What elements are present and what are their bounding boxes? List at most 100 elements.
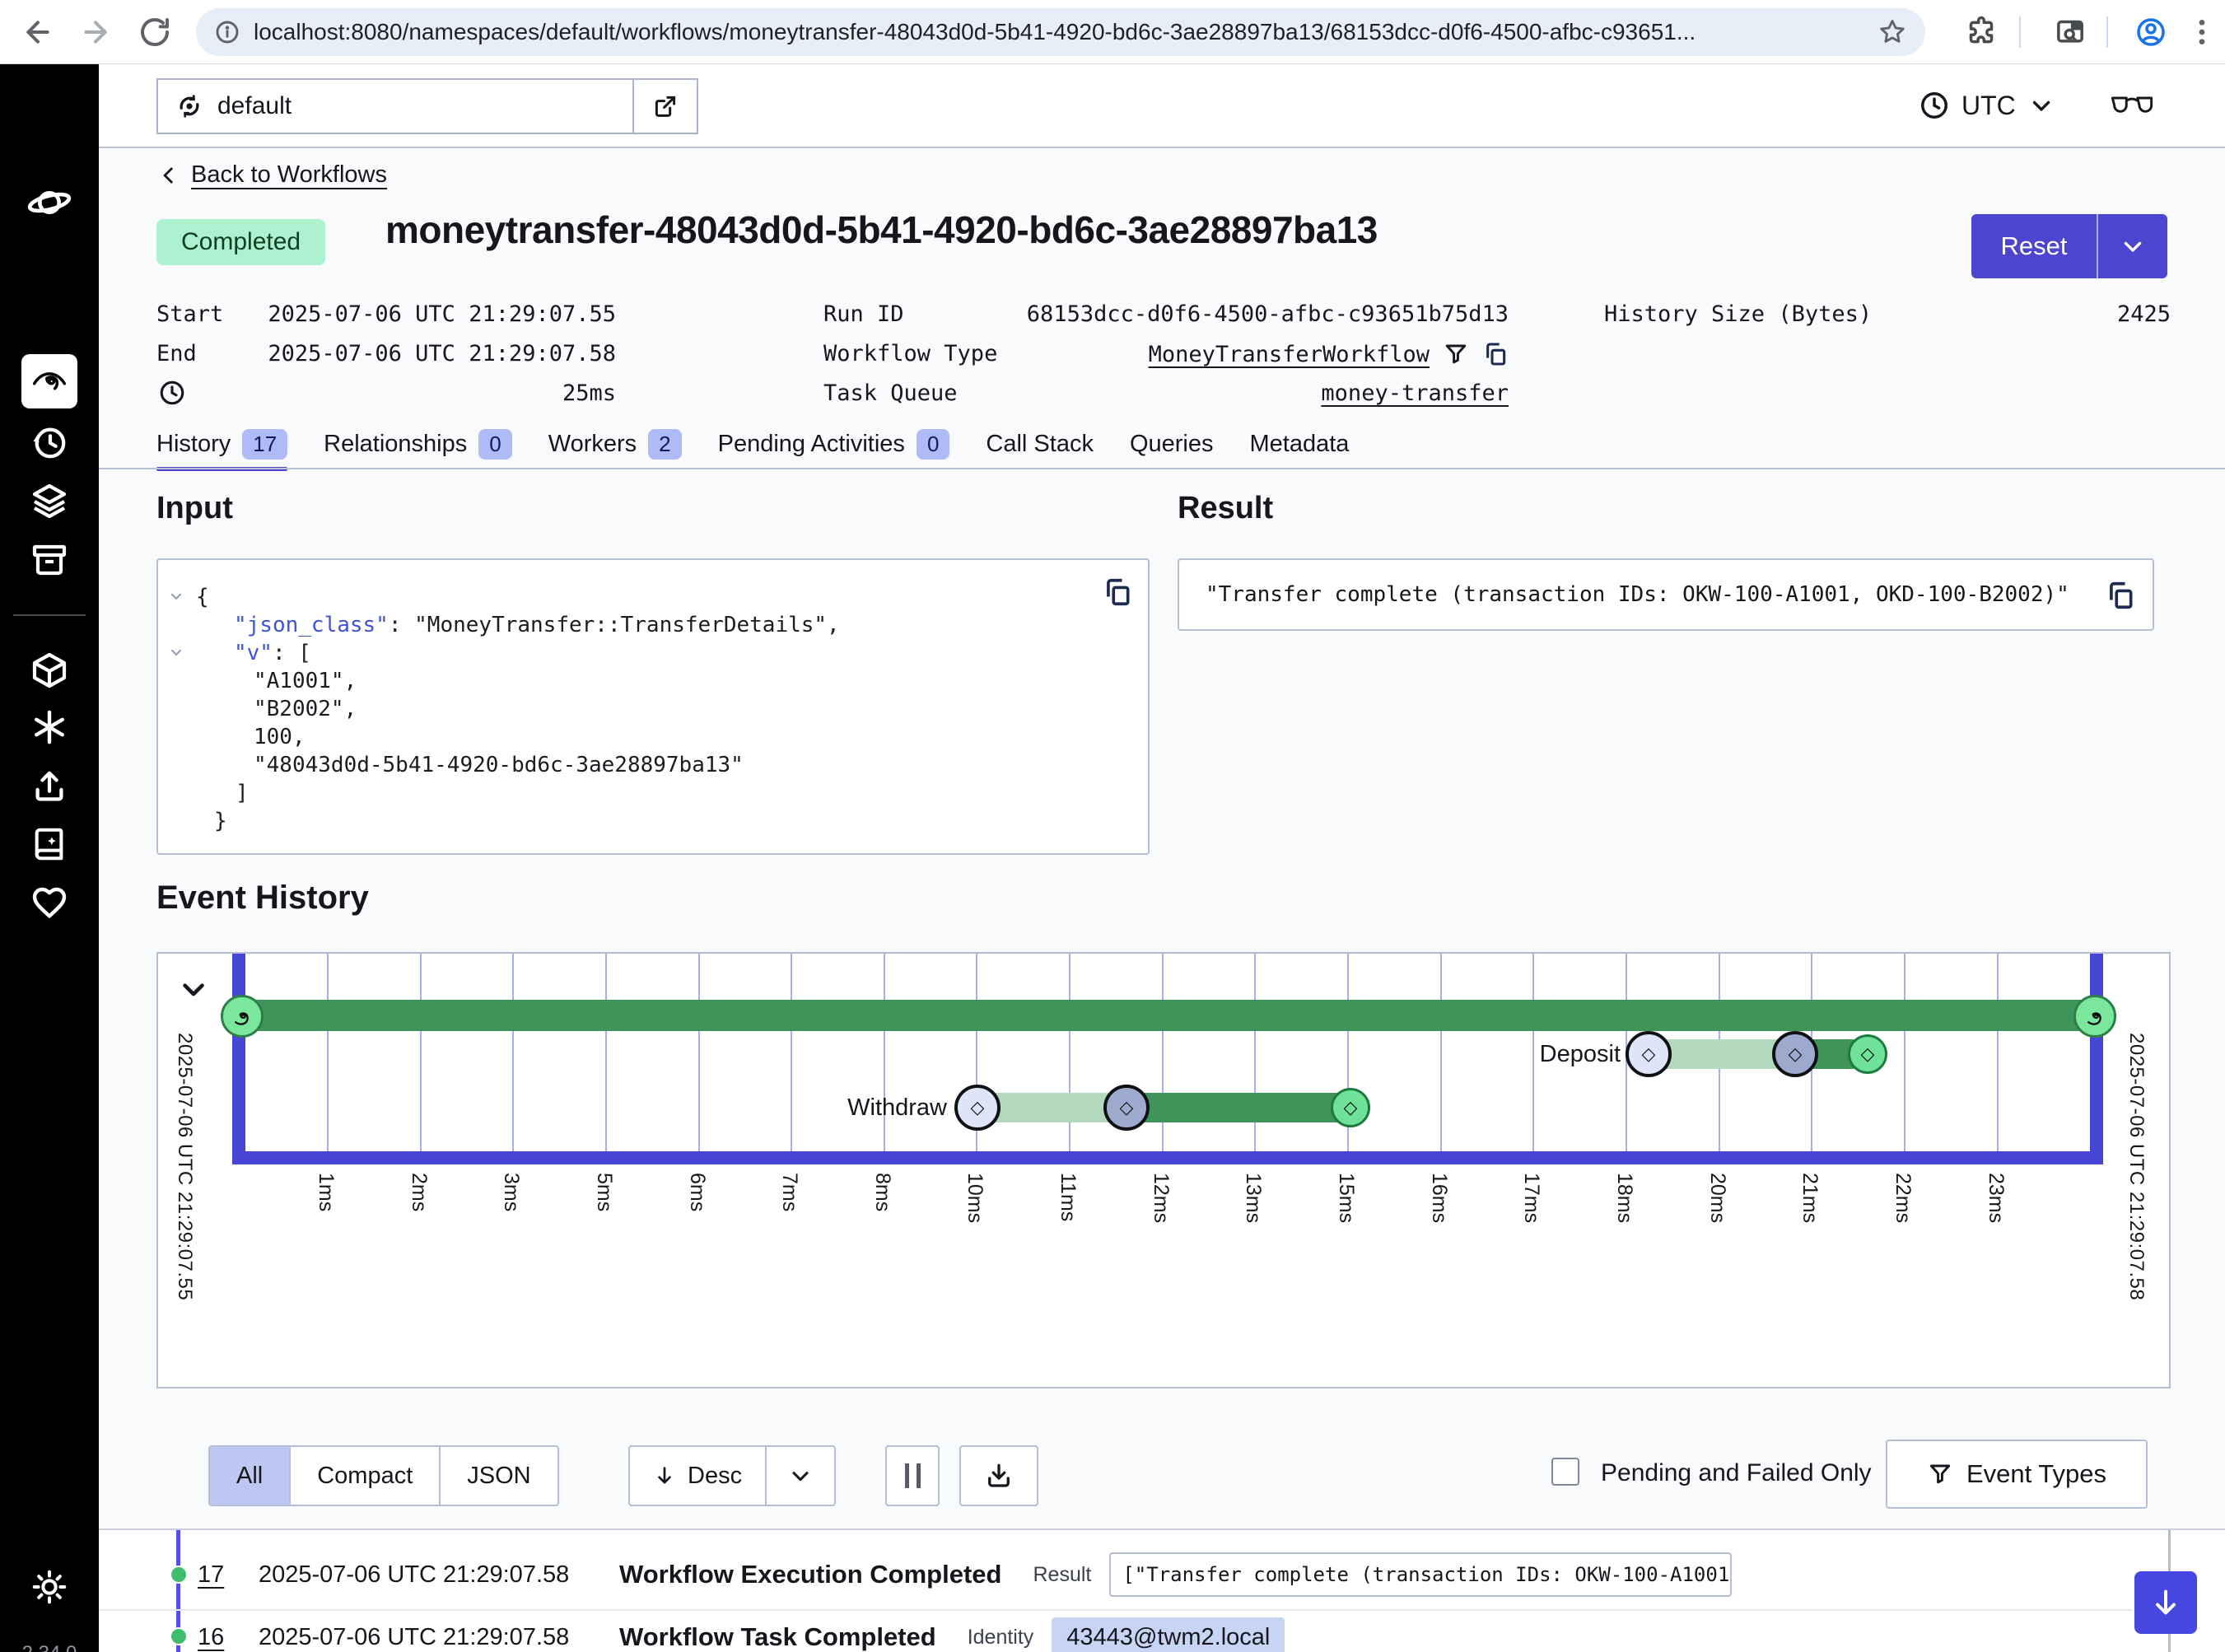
gridline xyxy=(327,954,329,1153)
copy-icon[interactable] xyxy=(1102,576,1133,608)
pause-autorefresh-button[interactable] xyxy=(885,1445,940,1506)
pending-failed-checkbox[interactable] xyxy=(1551,1458,1579,1486)
url-text[interactable]: localhost:8080/namespaces/default/workfl… xyxy=(254,19,1877,45)
sidebar-item-feedback[interactable] xyxy=(30,883,69,922)
tab-search-icon[interactable] xyxy=(2054,16,2087,49)
download-history-button[interactable] xyxy=(959,1445,1038,1506)
workflow-tabs: History 17 Relationships 0 Workers 2 Pen… xyxy=(156,427,1349,469)
tab-workers[interactable]: Workers 2 xyxy=(548,427,682,469)
withdraw-scheduled-marker[interactable]: ◇ xyxy=(954,1085,1001,1131)
tab-queries[interactable]: Queries xyxy=(1130,427,1214,469)
deposit-started-marker[interactable]: ◇ xyxy=(1772,1031,1818,1077)
collapse-chevron-icon[interactable] xyxy=(168,588,184,604)
collapse-chevron-icon[interactable] xyxy=(168,644,184,660)
deposit-scheduled-marker[interactable]: ◇ xyxy=(1626,1031,1672,1077)
workflow-start-node[interactable] xyxy=(221,995,264,1038)
duration-clock-icon xyxy=(158,379,186,407)
gridline xyxy=(1997,954,1999,1153)
browser-reload-icon[interactable] xyxy=(138,16,171,49)
reset-button[interactable]: Reset xyxy=(1971,214,2167,278)
reset-button-label[interactable]: Reset xyxy=(1971,214,2097,278)
filter-funnel-icon[interactable] xyxy=(1443,341,1469,367)
event-attr-label: Identity xyxy=(968,1626,1034,1650)
toolbar-divider xyxy=(2106,16,2108,48)
gridline xyxy=(1254,954,1256,1153)
site-info-icon[interactable] xyxy=(214,19,240,45)
profile-icon[interactable] xyxy=(2134,16,2167,49)
chevron-down-icon xyxy=(2027,91,2055,119)
browser-forward-icon[interactable] xyxy=(79,16,112,49)
start-value: 2025-07-06 UTC 21:29:07.55 xyxy=(247,301,616,327)
tab-count-badge: 0 xyxy=(917,429,949,460)
json-line: "json_class": "MoneyTransfer::TransferDe… xyxy=(196,611,1148,639)
tab-pending-activities[interactable]: Pending Activities 0 xyxy=(718,427,950,469)
gridline xyxy=(605,954,607,1153)
event-id-link[interactable]: 16 xyxy=(198,1624,237,1651)
bookmark-star-icon[interactable] xyxy=(1877,17,1907,47)
temporal-logo-icon[interactable] xyxy=(26,180,72,226)
event-row[interactable]: 17 2025-07-06 UTC 21:29:07.58 Workflow E… xyxy=(99,1542,2133,1608)
sidebar-item-nexus[interactable] xyxy=(30,708,68,746)
event-status-dot xyxy=(170,1627,188,1645)
namespace-open-icon[interactable] xyxy=(632,80,697,133)
view-all-button[interactable]: All xyxy=(210,1447,291,1505)
sidebar-item-deployments[interactable] xyxy=(30,651,69,690)
back-to-workflows-link[interactable]: Back to Workflows xyxy=(158,161,387,189)
clock-icon xyxy=(1919,90,1950,121)
copy-icon[interactable] xyxy=(1482,341,1509,367)
json-content: { "json_class": "MoneyTransfer::Transfer… xyxy=(158,560,1148,835)
result-heading: Result xyxy=(1178,491,1273,526)
back-link-label: Back to Workflows xyxy=(191,161,387,189)
namespace-selector[interactable]: default xyxy=(156,78,698,134)
browser-menu-icon[interactable] xyxy=(2185,16,2218,49)
json-line: } xyxy=(196,807,1148,835)
labs-glasses-icon[interactable] xyxy=(2110,89,2154,122)
withdraw-completed-marker[interactable]: ◇ xyxy=(1331,1088,1370,1127)
gridline xyxy=(791,954,792,1153)
browser-back-icon[interactable] xyxy=(21,16,54,49)
tab-metadata[interactable]: Metadata xyxy=(1250,427,1350,469)
axis-tick: 17ms xyxy=(1519,1173,1543,1223)
sort-menu-chevron-icon[interactable] xyxy=(765,1447,834,1505)
reset-menu-chevron-icon[interactable] xyxy=(2098,214,2167,278)
view-json-button[interactable]: JSON xyxy=(441,1447,557,1505)
tab-label: Metadata xyxy=(1250,431,1350,458)
event-row[interactable]: 16 2025-07-06 UTC 21:29:07.58 Workflow T… xyxy=(99,1606,2133,1652)
address-bar[interactable]: localhost:8080/namespaces/default/workfl… xyxy=(196,8,1925,56)
download-icon xyxy=(984,1461,1014,1491)
withdraw-started-marker[interactable]: ◇ xyxy=(1103,1085,1150,1131)
tab-history[interactable]: History 17 xyxy=(156,427,287,469)
tab-call-stack[interactable]: Call Stack xyxy=(986,427,1094,469)
axis-tick: 12ms xyxy=(1149,1173,1173,1223)
event-types-filter-button[interactable]: Event Types xyxy=(1886,1440,2148,1509)
expand-chevron-icon[interactable] xyxy=(176,972,211,1006)
sort-desc-button[interactable]: Desc xyxy=(630,1447,765,1505)
sidebar-item-archive[interactable] xyxy=(30,540,69,580)
axis-tick: 11ms xyxy=(1056,1173,1080,1221)
deposit-completed-marker[interactable]: ◇ xyxy=(1848,1034,1887,1074)
status-badge: Completed xyxy=(156,219,325,265)
tab-count-badge: 0 xyxy=(478,429,511,460)
theme-toggle-sun-icon[interactable] xyxy=(30,1568,68,1606)
sidebar: 2.34.0 xyxy=(0,64,99,1652)
gridline xyxy=(512,954,514,1153)
view-compact-button[interactable]: Compact xyxy=(291,1447,441,1505)
namespace-icon xyxy=(175,91,204,121)
sidebar-item-task-queues[interactable] xyxy=(30,481,69,520)
copy-icon[interactable] xyxy=(2105,580,2136,611)
extensions-icon[interactable] xyxy=(1965,16,1998,49)
sidebar-item-import[interactable] xyxy=(30,768,68,805)
task-queue-link[interactable]: money-transfer xyxy=(1021,380,1509,406)
event-id-link[interactable]: 17 xyxy=(198,1561,237,1589)
tab-relationships[interactable]: Relationships 0 xyxy=(324,427,512,469)
json-line: "48043d0d-5b41-4920-bd6c-3ae28897ba13" xyxy=(196,751,1148,779)
sidebar-item-schedules[interactable] xyxy=(30,423,68,461)
gridline xyxy=(1904,954,1905,1153)
workflow-type-link[interactable]: MoneyTransferWorkflow xyxy=(1149,342,1430,367)
workflow-execution-bar[interactable] xyxy=(240,1000,2095,1031)
sidebar-item-workflows[interactable] xyxy=(21,354,77,408)
workflow-end-node[interactable] xyxy=(2073,995,2116,1038)
sidebar-item-docs[interactable] xyxy=(30,825,68,863)
timezone-selector[interactable]: UTC xyxy=(1919,64,2055,147)
scroll-to-bottom-button[interactable] xyxy=(2134,1571,2197,1634)
